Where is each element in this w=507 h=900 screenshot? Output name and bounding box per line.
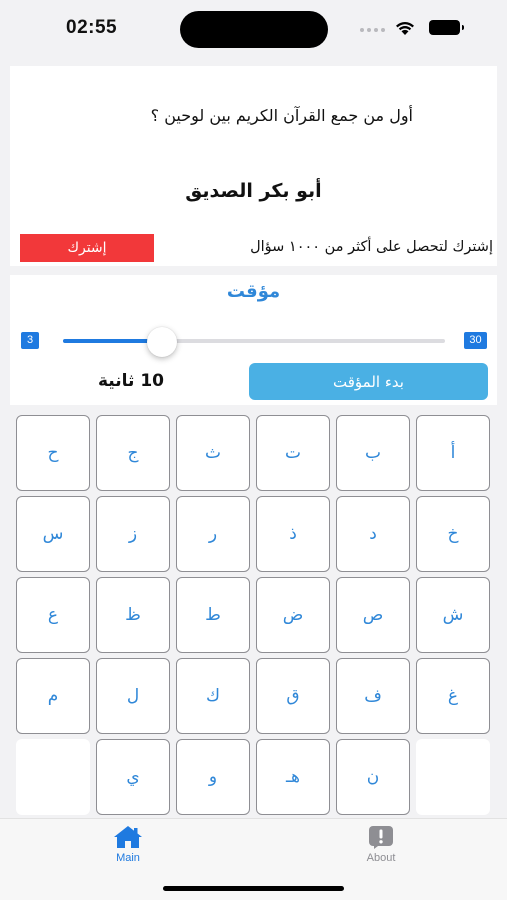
exclamation-icon bbox=[369, 826, 393, 849]
timer-title: مؤقت bbox=[226, 281, 281, 302]
question-card: أول من جمع القرآن الكريم بين لوحين ؟ أبو… bbox=[10, 66, 497, 266]
letter-key[interactable]: ز bbox=[96, 496, 170, 572]
letter-key[interactable]: س bbox=[16, 496, 90, 572]
letter-key[interactable]: ث bbox=[176, 415, 250, 491]
tab-main-label: Main bbox=[116, 852, 140, 864]
letter-key[interactable]: ج bbox=[96, 415, 170, 491]
timer-seconds-label: 10 ثانية bbox=[98, 371, 164, 391]
cellular-signal-icon bbox=[360, 28, 385, 32]
letter-key[interactable]: ح bbox=[16, 415, 90, 491]
tab-about[interactable]: About bbox=[341, 825, 421, 864]
tab-about-label: About bbox=[366, 852, 396, 864]
letter-key[interactable]: غ bbox=[416, 658, 490, 734]
letter-key[interactable]: ع bbox=[16, 577, 90, 653]
subscribe-button[interactable]: إشترك bbox=[20, 234, 154, 262]
letter-key[interactable]: ش bbox=[416, 577, 490, 653]
letter-key[interactable]: ض bbox=[256, 577, 330, 653]
timer-card: مؤقت 3 30 10 ثانية بدء المؤقت bbox=[10, 275, 497, 405]
slider-thumb[interactable] bbox=[147, 327, 178, 357]
letter-key[interactable]: ص bbox=[336, 577, 410, 653]
letter-key[interactable]: ل bbox=[96, 658, 170, 734]
question-text: أول من جمع القرآن الكريم بين لوحين ؟ bbox=[150, 106, 413, 125]
letter-key[interactable]: أ bbox=[416, 415, 490, 491]
status-time: 02:55 bbox=[66, 17, 118, 38]
timer-slider[interactable] bbox=[63, 327, 445, 357]
wifi-icon bbox=[396, 22, 414, 35]
answer-text: أبو بكر الصديق bbox=[185, 180, 322, 202]
letter-key[interactable]: ق bbox=[256, 658, 330, 734]
start-timer-button[interactable]: بدء المؤقت bbox=[249, 363, 488, 400]
subscribe-promo: إشترك إشترك لتحصل على أكثر من ١٠٠٠ سؤال bbox=[10, 234, 497, 264]
letter-key[interactable]: ط bbox=[176, 577, 250, 653]
blank-key bbox=[416, 739, 490, 815]
letter-key[interactable]: ظ bbox=[96, 577, 170, 653]
slider-min-label: 3 bbox=[21, 332, 39, 349]
letter-key[interactable]: ب bbox=[336, 415, 410, 491]
letter-key[interactable]: خ bbox=[416, 496, 490, 572]
letter-key[interactable]: ف bbox=[336, 658, 410, 734]
dynamic-island bbox=[180, 11, 328, 48]
letter-key[interactable]: د bbox=[336, 496, 410, 572]
house-icon bbox=[114, 826, 142, 848]
letter-key[interactable]: ر bbox=[176, 496, 250, 572]
blank-key bbox=[16, 739, 90, 815]
letter-key[interactable]: ن bbox=[336, 739, 410, 815]
battery-icon bbox=[429, 20, 464, 35]
letter-key[interactable]: و bbox=[176, 739, 250, 815]
letter-key[interactable]: ت bbox=[256, 415, 330, 491]
slider-max-label: 30 bbox=[464, 332, 487, 349]
tab-main[interactable]: Main bbox=[88, 825, 168, 864]
subscribe-promo-text: إشترك لتحصل على أكثر من ١٠٠٠ سؤال bbox=[250, 239, 493, 255]
letter-key[interactable]: م bbox=[16, 658, 90, 734]
letter-key[interactable]: ك bbox=[176, 658, 250, 734]
status-bar: 02:55 bbox=[0, 0, 507, 62]
home-indicator bbox=[163, 886, 344, 891]
letter-key[interactable]: ي bbox=[96, 739, 170, 815]
letter-key[interactable]: ذ bbox=[256, 496, 330, 572]
letter-key[interactable]: هـ bbox=[256, 739, 330, 815]
